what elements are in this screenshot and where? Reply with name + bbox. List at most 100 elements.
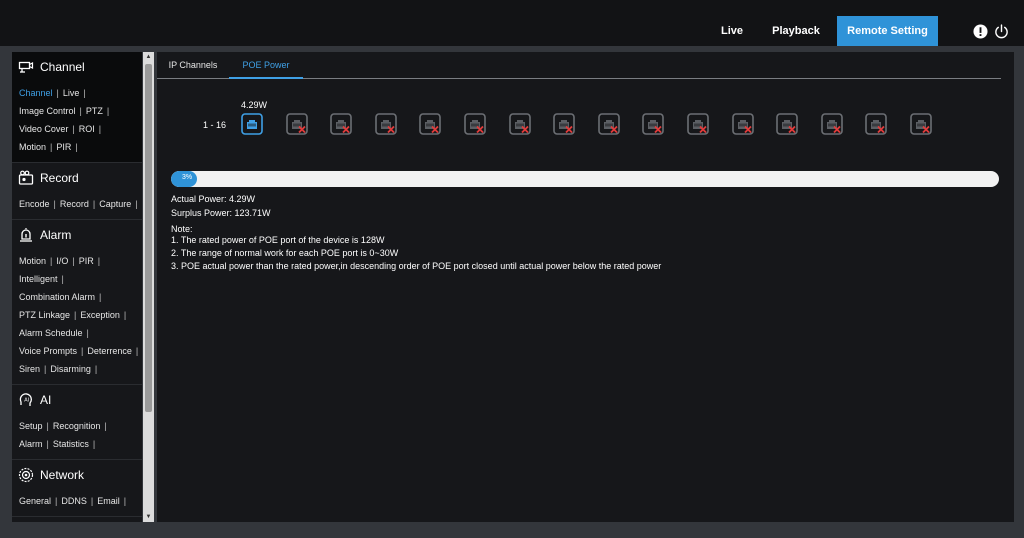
sidebar-link-i-o[interactable]: I/O bbox=[56, 256, 68, 266]
poe-port-inactive-icon[interactable] bbox=[597, 113, 620, 135]
separator: | bbox=[79, 106, 82, 116]
info-alert-icon[interactable] bbox=[973, 24, 988, 39]
sidebar-link-pir[interactable]: PIR bbox=[79, 256, 94, 266]
sidebar-link-intelligent[interactable]: Intelligent bbox=[19, 274, 58, 284]
sidebar-link-row: Video Cover | ROI | bbox=[19, 120, 142, 138]
poe-port-active-icon[interactable] bbox=[241, 113, 263, 135]
note-line: 1. The rated power of POE port of the de… bbox=[171, 235, 385, 245]
poe-port-inactive-icon[interactable] bbox=[642, 113, 665, 135]
sidebar-links-network: General | DDNS | Email | bbox=[12, 490, 142, 510]
port-range-label: 1 - 16 bbox=[203, 120, 227, 130]
sidebar-head-network[interactable]: Network bbox=[12, 460, 142, 490]
sidebar-head-alarm[interactable]: Alarm bbox=[12, 220, 142, 250]
sidebar-link-ptz[interactable]: PTZ bbox=[86, 106, 103, 116]
sidebar-link-row: Motion | I/O | PIR | bbox=[19, 252, 142, 270]
poe-port-inactive-icon[interactable] bbox=[687, 113, 709, 135]
sidebar-link-channel[interactable]: Channel bbox=[19, 88, 53, 98]
separator: | bbox=[106, 106, 110, 116]
main-panel: IP Channels POE Power 4.29W 1 - 16 3% Ac… bbox=[157, 52, 1014, 522]
sidebar-link-statistics[interactable]: Statistics bbox=[53, 439, 89, 449]
separator: | bbox=[56, 88, 59, 98]
poe-port-inactive-icon[interactable] bbox=[865, 113, 888, 135]
note-line: 3. POE actual power than the rated power… bbox=[171, 261, 662, 271]
port-power-label: 4.29W bbox=[241, 100, 268, 110]
tab-poe-power[interactable]: POE Power bbox=[229, 52, 303, 79]
poe-port-inactive-icon[interactable] bbox=[464, 113, 486, 135]
sidebar-link-recognition[interactable]: Recognition bbox=[53, 421, 101, 431]
sidebar-link-deterrence[interactable]: Deterrence bbox=[87, 346, 132, 356]
sidebar-title-alarm: Alarm bbox=[40, 228, 72, 242]
separator: | bbox=[50, 142, 53, 152]
poe-port-inactive-icon[interactable] bbox=[330, 113, 352, 135]
separator: | bbox=[50, 256, 53, 266]
sidebar-link-pir[interactable]: PIR bbox=[56, 142, 71, 152]
poe-port-inactive-icon[interactable] bbox=[820, 113, 843, 135]
poe-port-inactive-icon[interactable] bbox=[419, 113, 442, 135]
sidebar-head-record[interactable]: Record bbox=[12, 163, 142, 193]
separator: | bbox=[53, 199, 56, 209]
sidebar-head-ai[interactable]: AI AI bbox=[12, 385, 142, 415]
sidebar-link-motion[interactable]: Motion bbox=[19, 256, 46, 266]
scroll-up-arrow-icon[interactable]: ▲ bbox=[143, 52, 154, 62]
sidebar-title-channel: Channel bbox=[40, 60, 85, 74]
sidebar-head-channel[interactable]: Channel bbox=[12, 52, 142, 82]
sidebar-link-record[interactable]: Record bbox=[60, 199, 89, 209]
separator: | bbox=[81, 346, 84, 356]
nav-playback-button[interactable]: Playback bbox=[766, 16, 826, 46]
sidebar-scrollbar[interactable]: ▲ ▼ bbox=[143, 52, 154, 522]
nav-live-button[interactable]: Live bbox=[712, 16, 752, 46]
separator: | bbox=[44, 364, 47, 374]
sidebar-link-general[interactable]: General bbox=[19, 496, 51, 506]
scroll-down-arrow-icon[interactable]: ▼ bbox=[143, 512, 154, 522]
sidebar-section-network: Network General | DDNS | Email | bbox=[12, 460, 142, 517]
poe-port-inactive-icon[interactable] bbox=[553, 113, 575, 135]
sidebar-link-ddns[interactable]: DDNS bbox=[61, 496, 87, 506]
poe-port-inactive-icon[interactable] bbox=[374, 113, 397, 135]
sidebar-link-exception[interactable]: Exception bbox=[80, 310, 120, 320]
separator: | bbox=[94, 364, 98, 374]
poe-port-inactive-icon[interactable] bbox=[508, 113, 531, 135]
poe-port-inactive-icon[interactable] bbox=[285, 113, 308, 135]
separator: | bbox=[99, 292, 102, 302]
sidebar-section-ai: AI AI Setup | Recognition | Alarm | Statistics… bbox=[12, 385, 142, 460]
sidebar-links-channel: Channel | Live | Image Control | PTZ | Video Cov… bbox=[12, 82, 142, 156]
sidebar-link-row: Encode | Record | Capture | bbox=[19, 195, 142, 213]
tab-ip-channels[interactable]: IP Channels bbox=[157, 52, 229, 79]
sidebar-link-row: Alarm | Statistics | bbox=[19, 435, 142, 453]
alarm-icon bbox=[20, 228, 32, 242]
sidebar-link-live[interactable]: Live bbox=[63, 88, 80, 98]
separator: | bbox=[46, 421, 49, 431]
sidebar-link-alarm[interactable]: Alarm bbox=[19, 439, 43, 449]
sidebar-link-alarm-schedule[interactable]: Alarm Schedule bbox=[19, 328, 83, 338]
sidebar-link-siren[interactable]: Siren bbox=[19, 364, 40, 374]
separator: | bbox=[72, 124, 75, 134]
power-icon[interactable] bbox=[994, 24, 1009, 39]
sidebar-link-email[interactable]: Email bbox=[97, 496, 120, 506]
separator: | bbox=[75, 142, 78, 152]
sidebar-link-disarming[interactable]: Disarming bbox=[50, 364, 91, 374]
separator: | bbox=[46, 439, 49, 449]
sidebar-link-row: Alarm Schedule | bbox=[19, 324, 142, 342]
sidebar-link-row: General | DDNS | Email | bbox=[19, 492, 142, 510]
nav-remote-setting-button[interactable]: Remote Setting bbox=[837, 16, 938, 46]
separator: | bbox=[123, 310, 127, 320]
scrollbar-thumb[interactable] bbox=[145, 64, 152, 412]
sidebar-link-combination-alarm[interactable]: Combination Alarm bbox=[19, 292, 95, 302]
sidebar-link-roi[interactable]: ROI bbox=[79, 124, 95, 134]
sidebar-link-row: Siren | Disarming | bbox=[19, 360, 142, 378]
sidebar-link-voice-prompts[interactable]: Voice Prompts bbox=[19, 346, 77, 356]
sidebar-link-video-cover[interactable]: Video Cover bbox=[19, 124, 68, 134]
sidebar-link-image-control[interactable]: Image Control bbox=[19, 106, 76, 116]
sidebar-link-capture[interactable]: Capture bbox=[99, 199, 131, 209]
poe-port-inactive-icon[interactable] bbox=[910, 113, 932, 135]
sidebar-link-motion[interactable]: Motion bbox=[19, 142, 46, 152]
sidebar-link-encode[interactable]: Encode bbox=[19, 199, 50, 209]
poe-port-inactive-icon[interactable] bbox=[776, 113, 798, 135]
sidebar-link-ptz-linkage[interactable]: PTZ Linkage bbox=[19, 310, 70, 320]
separator: | bbox=[98, 124, 102, 134]
note-line: 2. The range of normal work for each POE… bbox=[171, 248, 399, 258]
actual-power-text: Actual Power: 4.29W bbox=[171, 194, 256, 204]
sidebar-link-setup[interactable]: Setup bbox=[19, 421, 43, 431]
poe-port-inactive-icon[interactable] bbox=[731, 113, 754, 135]
separator: | bbox=[83, 88, 86, 98]
